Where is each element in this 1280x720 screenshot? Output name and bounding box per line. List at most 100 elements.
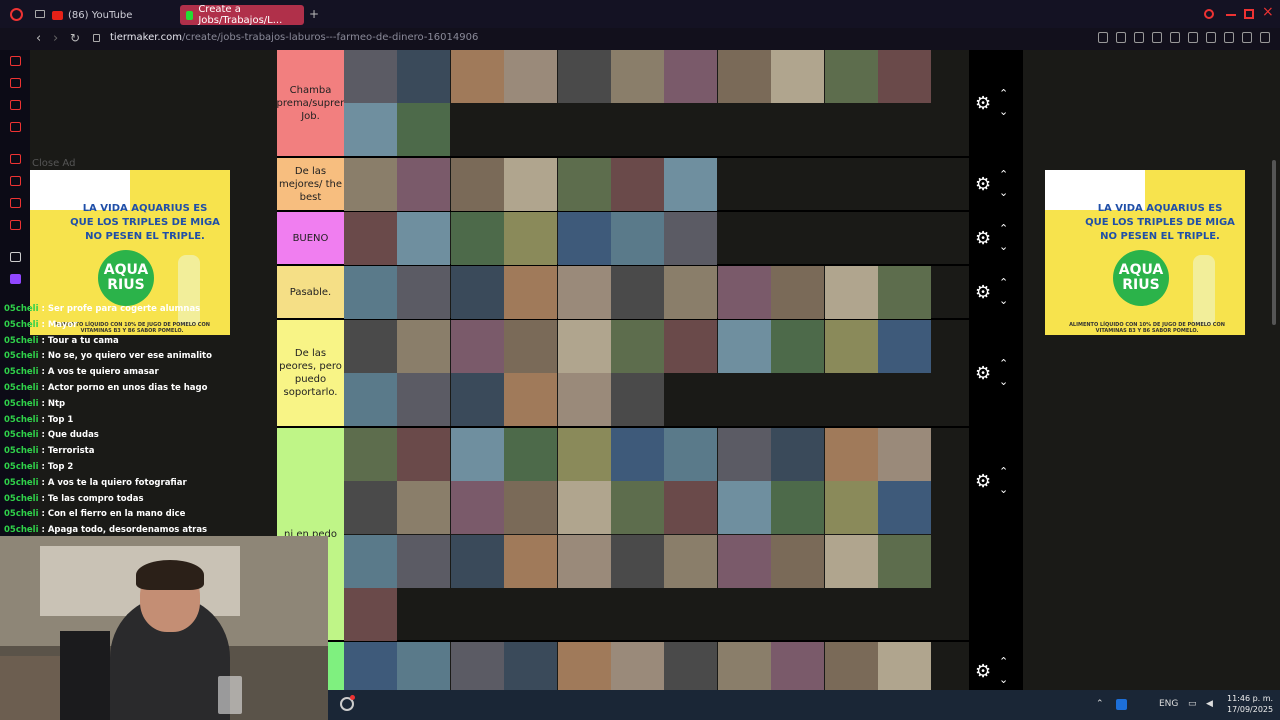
tier-thumbnail[interactable] [664,642,718,690]
tier-thumbnail[interactable] [824,642,878,690]
volume-icon[interactable]: ◀ [1206,699,1213,709]
tray-app-icon[interactable] [1116,699,1127,710]
settings-gear-icon[interactable]: ⚙ [975,95,993,113]
move-down-icon[interactable]: ⌄ [999,105,1008,118]
snapshot-icon[interactable] [1116,32,1126,43]
settings-gear-icon[interactable]: ⚙ [975,230,993,248]
tier-thumbnail[interactable] [344,103,397,157]
tier-thumbnail[interactable] [717,266,771,319]
language-indicator[interactable]: ENG [1159,699,1178,709]
tier-thumbnail[interactable] [504,320,558,373]
tier-thumbnail[interactable] [717,534,771,588]
gamepad-icon[interactable] [10,56,21,66]
tier-thumbnail[interactable] [664,158,718,211]
tier-thumbnail[interactable] [557,158,611,211]
chat-username[interactable]: 05cheli [4,509,39,519]
tier-label[interactable]: De las mejores/ the best [277,158,344,210]
tier-thumbnail[interactable] [664,428,718,481]
move-up-icon[interactable]: ⌃ [999,168,1008,181]
url-field[interactable]: tiermaker.com/create/jobs-trabajos-labur… [110,32,478,43]
tier-thumbnail[interactable] [878,481,931,535]
tier-thumbnail[interactable] [611,266,664,319]
tier-thumbnail[interactable] [664,266,718,319]
tier-thumbnail[interactable] [771,266,825,319]
tier-thumbnail[interactable] [450,481,504,535]
tier-thumbnail[interactable] [450,320,504,373]
tier-thumbnail[interactable] [450,642,504,690]
move-up-icon[interactable]: ⌃ [999,222,1008,235]
chat-username[interactable]: 05cheli [4,525,39,535]
tier-thumbnail[interactable] [717,320,771,373]
tier-thumbnail[interactable] [397,50,451,103]
tier-thumbnail[interactable] [344,373,397,427]
tier-thumbnail[interactable] [344,266,397,319]
move-down-icon[interactable]: ⌄ [999,240,1008,253]
tier-thumbnail[interactable] [717,481,771,535]
tier-thumbnail[interactable] [450,158,504,211]
bag-icon[interactable] [10,176,21,186]
settings-gear-icon[interactable]: ⚙ [975,663,993,681]
tier-thumbnail[interactable] [504,266,558,319]
tier-thumbnail[interactable] [397,642,451,690]
tier-thumbnail[interactable] [397,103,451,157]
extension-icon[interactable] [1152,32,1162,43]
tier-thumbnail[interactable] [450,212,504,265]
tier-thumbnail[interactable] [397,266,451,319]
tier-thumbnail[interactable] [611,320,664,373]
tier-thumbnail[interactable] [397,320,451,373]
chat-username[interactable]: 05cheli [4,304,39,314]
tier-thumbnail[interactable] [824,266,878,319]
back-icon[interactable]: ‹ [36,31,41,46]
player-icon[interactable] [10,122,21,132]
tier-thumbnail[interactable] [344,642,397,690]
tier-thumbnail[interactable] [344,534,397,588]
chat-username[interactable]: 05cheli [4,430,39,440]
tier-thumbnail[interactable] [611,428,664,481]
tier-thumbnail[interactable] [397,428,451,481]
tier-thumbnail[interactable] [397,212,451,265]
wallet-icon[interactable] [10,78,21,88]
tier-thumbnail[interactable] [504,428,558,481]
tier-thumbnail[interactable] [397,481,451,535]
chat-username[interactable]: 05cheli [4,367,39,377]
tier-thumbnail[interactable] [504,481,558,535]
tier-thumbnail[interactable] [878,642,931,690]
tier-thumbnail[interactable] [450,428,504,481]
opera-logo-icon[interactable] [10,8,23,21]
ad-banner-right[interactable]: LA VIDA AQUARIUS ES QUE LOS TRIPLES DE M… [1045,170,1245,335]
tier-thumbnail[interactable] [771,642,825,690]
tier-thumbnail[interactable] [450,534,504,588]
twitch-icon[interactable] [10,274,21,284]
tier-thumbnail[interactable] [504,534,558,588]
tier-label[interactable]: De las peores, pero puedo soportarlo. [277,320,344,426]
tier-thumbnail[interactable] [824,50,878,103]
tier-thumbnail[interactable] [504,50,558,103]
tier-thumbnail[interactable] [450,266,504,319]
tier-thumbnail[interactable] [557,481,611,535]
translate-icon[interactable] [1170,32,1180,43]
tier-thumbnail[interactable] [450,373,504,427]
move-up-icon[interactable]: ⌃ [999,655,1008,668]
profile-icon[interactable] [1224,32,1234,43]
move-up-icon[interactable]: ⌃ [999,276,1008,289]
tier-thumbnail[interactable] [611,50,664,103]
search-icon[interactable] [1204,9,1214,19]
tier-thumbnail[interactable] [557,212,611,265]
tier-thumbnail[interactable] [717,428,771,481]
move-up-icon[interactable]: ⌃ [999,87,1008,100]
chat-username[interactable]: 05cheli [4,320,39,330]
tier-thumbnail[interactable] [557,642,611,690]
pin-icon[interactable] [1098,32,1108,43]
tier-thumbnail[interactable] [344,158,397,211]
tier-thumbnail[interactable] [397,534,451,588]
tier-thumbnail[interactable] [504,158,558,211]
chat-username[interactable]: 05cheli [4,478,39,488]
chat-username[interactable]: 05cheli [4,494,39,504]
tier-thumbnail[interactable] [824,534,878,588]
heart-icon[interactable] [1206,32,1216,43]
tier-thumbnail[interactable] [504,212,558,265]
tier-thumbnail[interactable] [344,481,397,535]
chat-username[interactable]: 05cheli [4,383,39,393]
tier-thumbnail[interactable] [557,320,611,373]
tier-thumbnail[interactable] [611,158,664,211]
